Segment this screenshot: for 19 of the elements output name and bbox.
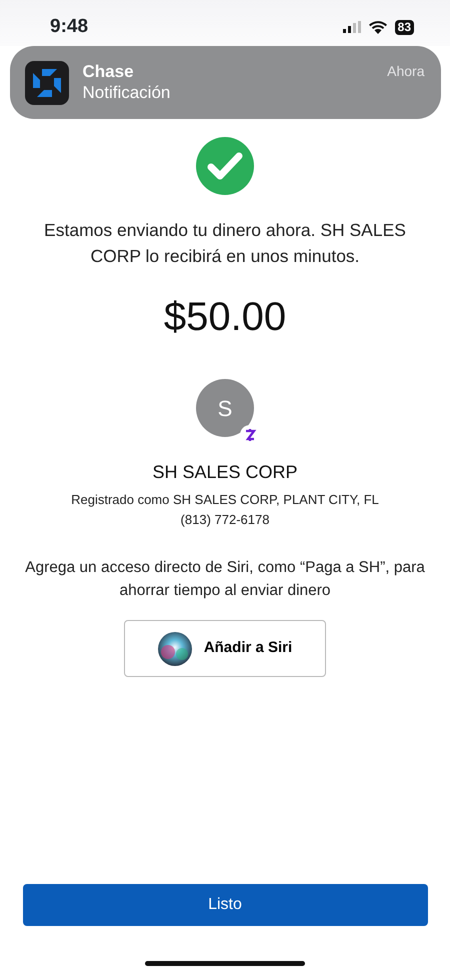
status-time: 9:48 bbox=[50, 14, 88, 39]
wifi-icon bbox=[368, 20, 387, 34]
app-logo-icon bbox=[24, 61, 68, 105]
success-check-icon bbox=[196, 137, 254, 195]
notification-text: Notificación bbox=[82, 82, 170, 103]
recipient-name: SH SALES CORP bbox=[152, 461, 298, 484]
confirmation-message: Estamos enviando tu dinero ahora. SH SALES CORP lo recibirá en unos minutos. bbox=[43, 219, 407, 268]
add-to-siri-button[interactable]: Añadir a Siri bbox=[124, 620, 326, 677]
registration-text: Registrado como SH SALES CORP, PLANT CITY, FL bbox=[71, 491, 379, 509]
recipient-phone: (813) 772-6178 bbox=[180, 511, 270, 529]
recipient-avatar: S bbox=[196, 379, 254, 437]
done-button[interactable]: Listo bbox=[22, 884, 428, 926]
payment-amount: $50.00 bbox=[164, 297, 286, 337]
signal-icon bbox=[342, 21, 361, 33]
siri-hint: Agrega un acceso directo de Siri, como “Paga a SH”, para ahorrar tiempo al enviar dinero bbox=[24, 558, 426, 601]
notification-app-name: Chase bbox=[82, 61, 135, 82]
battery-indicator: 83 bbox=[394, 20, 414, 34]
notification-time: Ahora bbox=[387, 62, 424, 81]
siri-icon bbox=[158, 632, 192, 666]
